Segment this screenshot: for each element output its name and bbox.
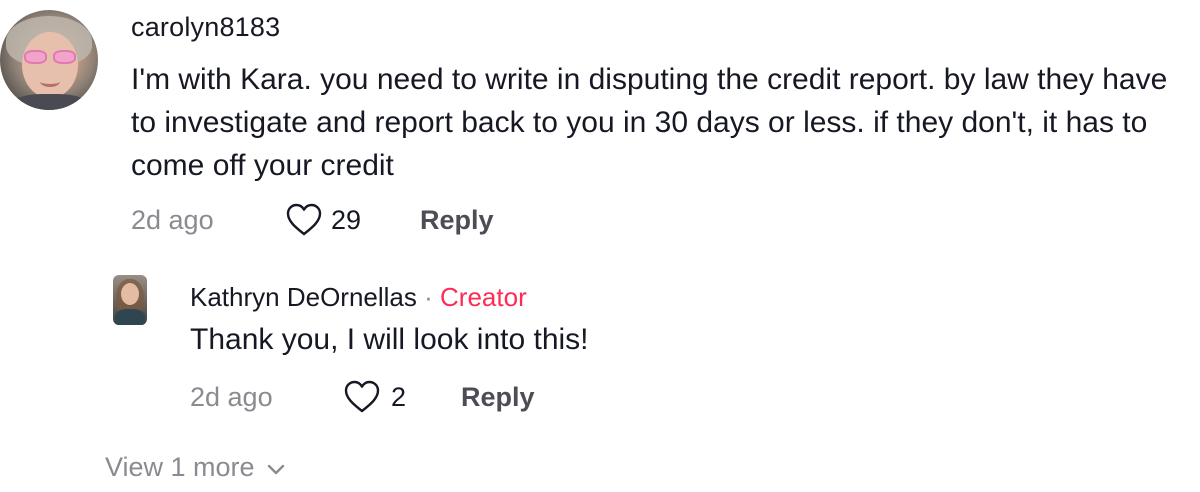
reply-username[interactable]: Kathryn DeOrnellas bbox=[190, 282, 417, 312]
comment-thread: carolyn8183 I'm with Kara. you need to w… bbox=[0, 0, 1200, 492]
comment-like-count: 29 bbox=[331, 204, 362, 235]
comment-reply-button[interactable]: Reply bbox=[420, 205, 494, 236]
reply-reply-button[interactable]: Reply bbox=[461, 382, 535, 413]
heart-icon[interactable] bbox=[344, 380, 380, 414]
reply-text: Thank you, I will look into this! bbox=[190, 323, 589, 356]
reply-meta: 2d ago bbox=[190, 382, 273, 413]
comment-like-button[interactable]: 29 bbox=[286, 203, 361, 237]
comment-meta: 2d ago bbox=[131, 205, 214, 236]
reply-like-count: 2 bbox=[391, 381, 407, 412]
separator-dot: · bbox=[424, 282, 433, 312]
chevron-down-icon bbox=[255, 452, 285, 483]
comment-text: I'm with Kara. you need to write in disp… bbox=[131, 63, 1168, 182]
view-more-label: View 1 more bbox=[105, 452, 255, 482]
creator-badge: Creator bbox=[440, 282, 527, 312]
reply-like-button[interactable]: 2 bbox=[344, 380, 406, 414]
reply-timestamp: 2d ago bbox=[190, 382, 273, 412]
comment-timestamp: 2d ago bbox=[131, 205, 214, 235]
commenter-avatar[interactable] bbox=[0, 10, 98, 110]
view-more-replies-button[interactable]: View 1 more bbox=[105, 452, 285, 483]
comment-username[interactable]: carolyn8183 bbox=[131, 12, 280, 43]
reply-username-line: Kathryn DeOrnellas · Creator bbox=[190, 282, 527, 313]
creator-avatar[interactable] bbox=[113, 275, 147, 325]
heart-icon[interactable] bbox=[286, 203, 322, 237]
